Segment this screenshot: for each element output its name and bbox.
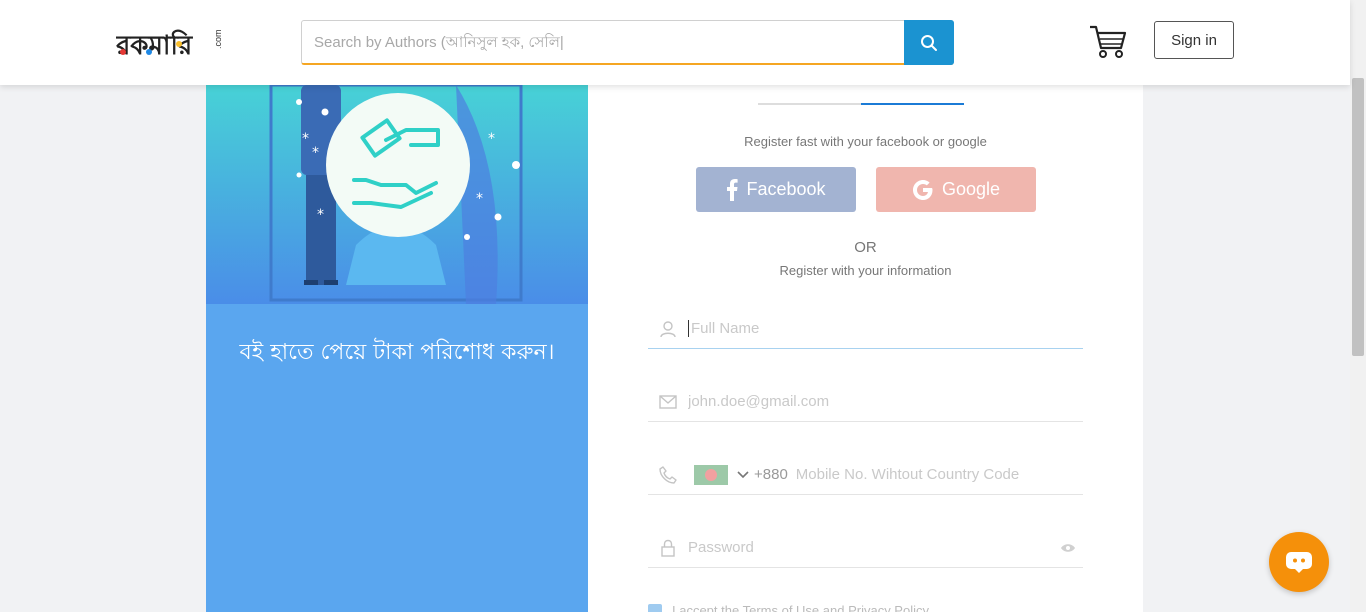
- logo[interactable]: রকমারি .com: [115, 22, 226, 62]
- password-field: [648, 528, 1083, 568]
- terms-checkbox[interactable]: [648, 603, 662, 612]
- search-bar: [301, 20, 954, 65]
- phone-icon: [648, 465, 688, 484]
- facebook-button[interactable]: Facebook: [696, 167, 856, 212]
- chat-icon: [1286, 552, 1312, 573]
- svg-text:*: *: [476, 191, 483, 207]
- search-input[interactable]: [302, 21, 904, 63]
- chat-button[interactable]: [1269, 532, 1329, 592]
- lock-icon: [648, 539, 688, 557]
- country-flag[interactable]: [694, 464, 728, 485]
- cart-icon: [1090, 25, 1127, 58]
- promo-panel: * * * * * বই হাতে পেয়ে টাকা পরিশোধ করুন…: [206, 85, 588, 612]
- search-icon: [921, 34, 937, 51]
- logo-text: রকমারি: [116, 29, 194, 61]
- chevron-down-icon[interactable]: [734, 468, 752, 482]
- mail-icon: [648, 394, 688, 409]
- search-button[interactable]: [904, 20, 954, 65]
- facebook-icon: [727, 178, 739, 201]
- site-header: রকমারি .com Sign in: [0, 0, 1350, 85]
- password-input[interactable]: [688, 539, 1053, 556]
- facebook-label: Facebook: [746, 179, 826, 199]
- google-button[interactable]: Google: [876, 167, 1036, 212]
- full-name-field: [648, 309, 1083, 349]
- google-icon: [912, 179, 933, 200]
- phone-field: +880: [648, 455, 1083, 495]
- svg-text:*: *: [302, 131, 309, 147]
- scrollbar-thumb[interactable]: [1352, 78, 1364, 356]
- or-divider: OR: [854, 239, 877, 256]
- full-name-input[interactable]: [688, 320, 1083, 337]
- email-field: [648, 382, 1083, 422]
- terms-text: I accept the Terms of Use and Privacy Po…: [672, 603, 929, 612]
- country-code: +880: [754, 466, 788, 483]
- user-icon: [648, 320, 688, 338]
- logo-suffix: .com: [213, 29, 223, 49]
- email-input[interactable]: [688, 393, 1083, 410]
- promo-illustration: * * * * *: [206, 85, 588, 304]
- promo-message: বই হাতে পেয়ে টাকা পরিশোধ করুন।: [239, 340, 555, 365]
- svg-text:*: *: [317, 207, 324, 223]
- register-fast-text: Register fast with your facebook or goog…: [744, 134, 987, 149]
- svg-text:*: *: [488, 131, 495, 147]
- cart-button[interactable]: [1088, 24, 1128, 60]
- mobile-input[interactable]: [795, 466, 1083, 483]
- sign-in-button[interactable]: Sign in: [1154, 21, 1234, 59]
- register-info-text: Register with your information: [779, 263, 952, 278]
- google-label: Google: [941, 179, 1001, 199]
- terms-row: I accept the Terms of Use and Privacy Po…: [648, 603, 929, 612]
- eye-icon[interactable]: [1053, 543, 1083, 553]
- signup-form: SIGN IN SIGN UP Register fast with your …: [588, 72, 1143, 612]
- svg-text:*: *: [312, 145, 319, 161]
